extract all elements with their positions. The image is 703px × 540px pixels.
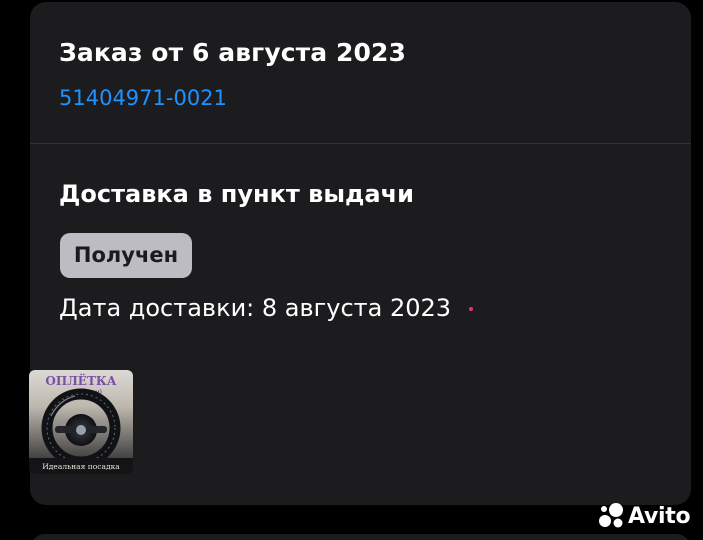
- delivery-title: Доставка в пункт выдачи: [59, 180, 414, 208]
- caption-text: Идеальная посадка: [42, 462, 120, 471]
- status-badge: Получен: [60, 233, 192, 278]
- divider: [30, 143, 691, 144]
- indicator-dot: [469, 307, 473, 311]
- steering-wheel-cover-image: ОПЛЁТКА (38 см) Идеальная посадка: [29, 370, 133, 474]
- product-thumbnail[interactable]: ОПЛЁТКА (38 см) Идеальная посадка: [29, 370, 133, 474]
- next-card: [30, 534, 691, 540]
- order-title: Заказ от 6 августа 2023: [59, 38, 406, 67]
- avito-watermark: Avito: [596, 500, 691, 532]
- banner-text: ОПЛЁТКА: [45, 373, 116, 388]
- delivery-date: Дата доставки: 8 августа 2023: [59, 294, 452, 322]
- order-page: Заказ от 6 августа 2023 51404971-0021 До…: [0, 0, 703, 540]
- avito-text: Avito: [628, 503, 691, 529]
- order-number-link[interactable]: 51404971-0021: [59, 86, 227, 110]
- avito-logo-icon: [596, 501, 626, 531]
